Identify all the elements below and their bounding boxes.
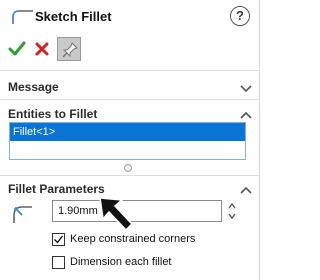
property-manager-panel: Sketch Fillet ? Message Entities to Fill… bbox=[0, 0, 260, 280]
dimension-each-fillet-checkbox[interactable] bbox=[52, 256, 65, 269]
keep-constrained-corners-label: Keep constrained corners bbox=[70, 233, 196, 245]
arrow-cursor-icon bbox=[98, 194, 136, 234]
divider bbox=[0, 99, 260, 100]
entities-list[interactable]: Fillet<1> bbox=[9, 122, 246, 160]
ok-button[interactable] bbox=[8, 40, 26, 58]
chevron-up-icon[interactable] bbox=[240, 110, 252, 119]
fillet-radius-input[interactable] bbox=[52, 200, 222, 222]
chevron-down-icon[interactable] bbox=[240, 84, 252, 93]
spin-down-icon bbox=[228, 213, 236, 220]
panel-title: Sketch Fillet bbox=[35, 9, 112, 24]
pushpin-icon bbox=[62, 42, 78, 58]
radius-spinner[interactable] bbox=[227, 199, 237, 223]
spin-up-icon bbox=[228, 202, 236, 209]
fillet-radius-icon bbox=[10, 201, 34, 225]
panel-header: Sketch Fillet ? bbox=[0, 0, 260, 34]
keep-constrained-corners-checkbox[interactable] bbox=[52, 233, 65, 246]
checkmark-icon bbox=[54, 235, 64, 244]
sketch-fillet-icon bbox=[11, 8, 35, 26]
entities-section-title[interactable]: Entities to Fillet bbox=[8, 107, 97, 121]
list-item[interactable]: Fillet<1> bbox=[10, 123, 245, 141]
fillet-parameters-section-title[interactable]: Fillet Parameters bbox=[8, 182, 105, 196]
checkmark-icon bbox=[8, 41, 26, 56]
dimension-each-fillet-label: Dimension each fillet bbox=[70, 256, 172, 268]
message-section-title[interactable]: Message bbox=[8, 80, 59, 94]
help-button[interactable]: ? bbox=[230, 6, 250, 26]
x-icon bbox=[35, 42, 49, 56]
pushpin-button[interactable] bbox=[57, 37, 81, 61]
action-toolbar bbox=[0, 36, 260, 64]
dimension-each-fillet-option[interactable]: Dimension each fillet bbox=[52, 254, 252, 272]
keep-constrained-corners-option[interactable]: Keep constrained corners bbox=[52, 231, 252, 249]
divider bbox=[0, 175, 260, 176]
list-resize-handle[interactable] bbox=[124, 164, 132, 172]
chevron-up-icon[interactable] bbox=[240, 185, 252, 194]
divider bbox=[0, 70, 260, 71]
cancel-button[interactable] bbox=[33, 40, 51, 58]
